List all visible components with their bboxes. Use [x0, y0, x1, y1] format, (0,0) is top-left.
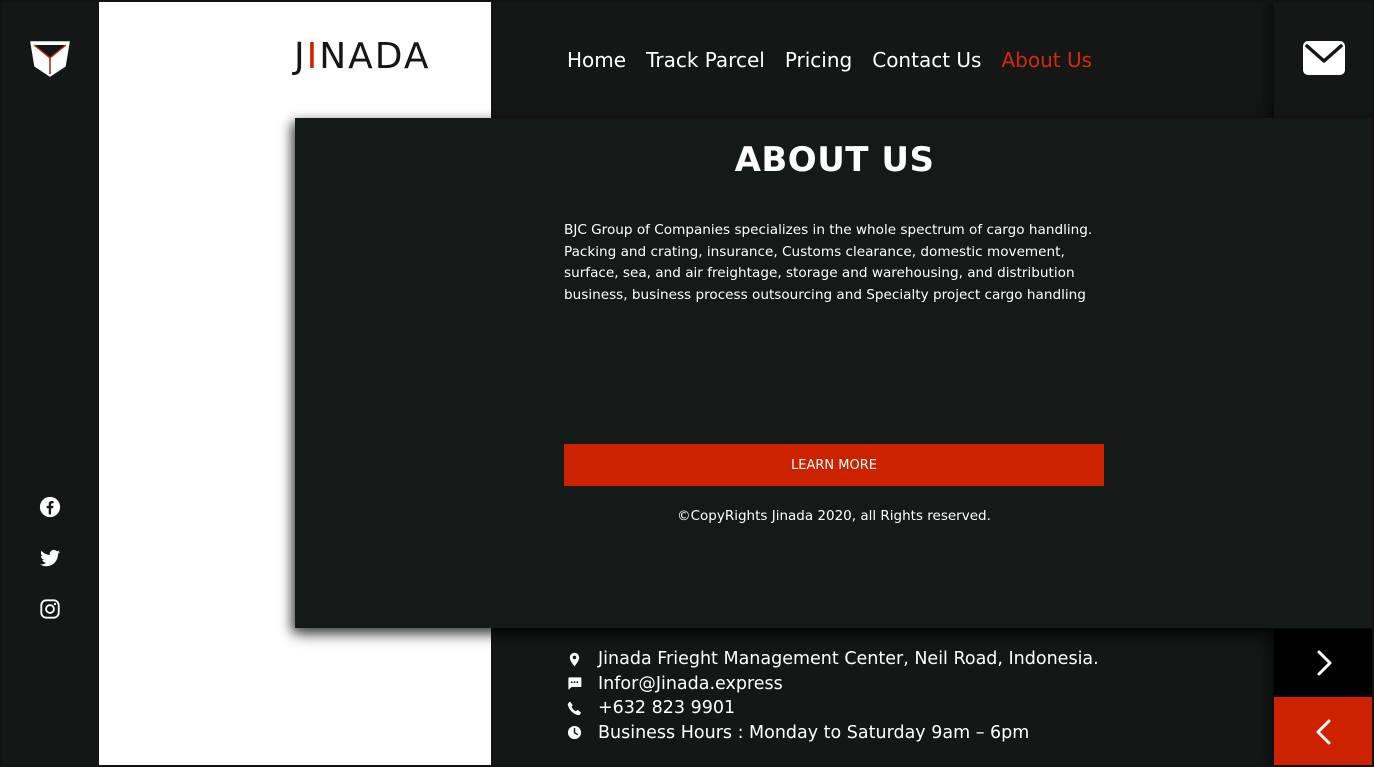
phone-icon [566, 700, 582, 716]
brand-logo[interactable]: JINADA [294, 36, 431, 77]
mail-icon[interactable] [1302, 40, 1346, 76]
left-sidebar [0, 0, 99, 767]
contact-hours-row: Business Hours : Monday to Saturday 9am … [566, 721, 1099, 746]
page: JINADA Home Track Parcel Pricing Contact… [0, 0, 1374, 767]
contact-phone-row: +632 823 9901 [566, 696, 1099, 721]
facebook-icon[interactable] [38, 495, 62, 519]
chevron-right-icon [1317, 650, 1332, 676]
main-nav: Home Track Parcel Pricing Contact Us Abo… [567, 48, 1112, 72]
nav-home[interactable]: Home [567, 48, 626, 72]
about-card: ABOUT US BJC Group of Companies speciali… [295, 118, 1374, 628]
nav-pricing[interactable]: Pricing [785, 48, 852, 72]
brand-suffix: NADA [319, 36, 431, 77]
nav-about-us[interactable]: About Us [1001, 48, 1092, 72]
contact-hours: Business Hours : Monday to Saturday 9am … [598, 722, 1030, 743]
clock-icon [566, 725, 582, 741]
about-description: BJC Group of Companies specializes in th… [564, 222, 1093, 303]
copyright-text: ©CopyRights Jinada 2020, all Rights rese… [677, 508, 991, 524]
brand-accent: I [306, 36, 320, 77]
contact-phone[interactable]: +632 823 9901 [598, 698, 735, 718]
contact-email-row: Infor@Jinada.express [566, 672, 1099, 697]
contact-email[interactable]: Infor@Jinada.express [598, 674, 783, 694]
contact-info: Jinada Frieght Management Center, Neil R… [566, 647, 1099, 745]
next-slide-button[interactable] [1274, 629, 1374, 697]
contact-address-row: Jinada Frieght Management Center, Neil R… [566, 647, 1099, 672]
chat-icon [566, 676, 582, 692]
brand-prefix: J [294, 36, 307, 77]
nav-contact-us[interactable]: Contact Us [872, 48, 981, 72]
instagram-icon[interactable] [38, 597, 62, 621]
location-pin-icon [566, 651, 582, 667]
about-title: ABOUT US [734, 140, 935, 180]
cube-logo-icon[interactable] [29, 40, 71, 78]
contact-address: Jinada Frieght Management Center, Neil R… [598, 649, 1099, 670]
nav-track-parcel[interactable]: Track Parcel [646, 48, 765, 72]
prev-slide-button[interactable] [1274, 697, 1374, 767]
twitter-icon[interactable] [38, 546, 62, 570]
learn-more-button[interactable]: LEARN MORE [564, 444, 1104, 486]
chevron-left-icon [1316, 719, 1331, 745]
